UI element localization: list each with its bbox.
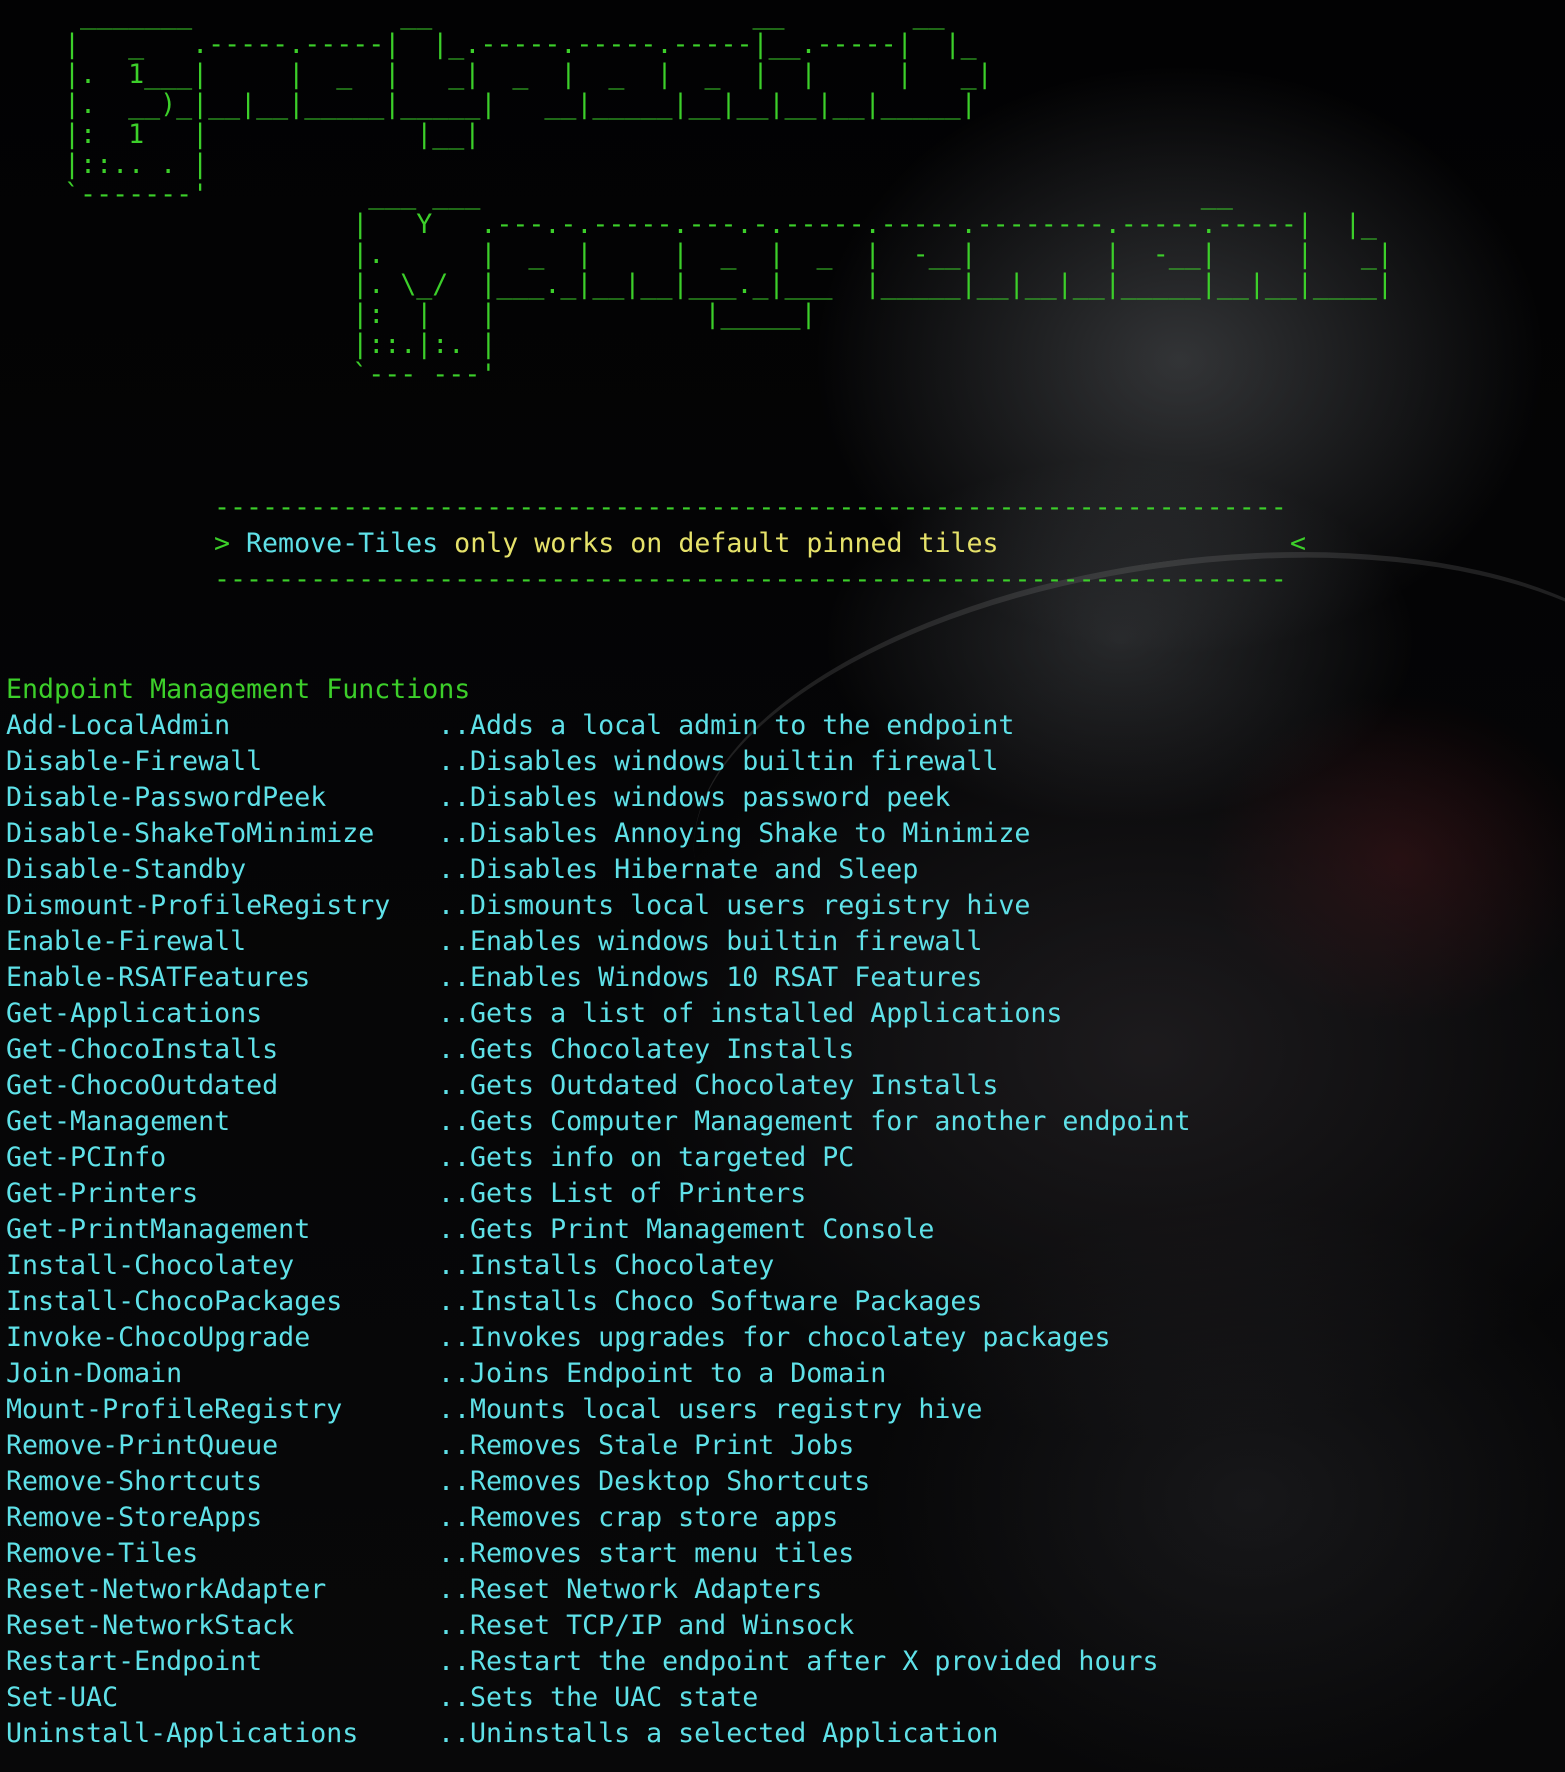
function-description: ..Removes Desktop Shortcuts (438, 1466, 871, 1497)
function-description: ..Enables Windows 10 RSAT Features (438, 962, 983, 993)
function-description: ..Adds a local admin to the endpoint (438, 710, 1015, 741)
notice-box: ----------------------------------------… (214, 490, 1306, 598)
function-row: Enable-Firewall ..Enables windows builtin… (6, 924, 1191, 960)
function-row: Mount-ProfileRegistry ..Mounts local user… (6, 1392, 1191, 1428)
function-name: Disable-Firewall (6, 746, 263, 777)
function-row: Add-LocalAdmin ..Adds a local admin to th… (6, 708, 1191, 744)
function-name: Reset-NetworkAdapter (6, 1574, 327, 1605)
function-name: Restart-Endpoint (6, 1646, 263, 1677)
function-name: Get-Management (6, 1106, 231, 1137)
function-description: ..Gets Outdated Chocolatey Installs (438, 1070, 999, 1101)
function-name: Get-ChocoOutdated (6, 1070, 279, 1101)
function-row: Disable-ShakeToMinimize ..Disables Annoyi… (6, 816, 1191, 852)
function-row: Remove-PrintQueue ..Removes Stale Print J… (6, 1428, 1191, 1464)
ascii-banner: _______ __ __ __ | _ .-----.-----| |_.--… (64, 0, 1393, 390)
function-description: ..Reset TCP/IP and Winsock (438, 1610, 855, 1641)
function-row: Set-UAC ..Sets the UAC state (6, 1680, 1191, 1716)
notice-message: > Remove-Tiles only works on default pin… (214, 526, 1306, 562)
function-row: Install-Chocolatey ..Installs Chocolatey (6, 1248, 1191, 1284)
function-description: ..Gets info on targeted PC (438, 1142, 855, 1173)
function-row: Get-Management ..Gets Computer Management… (6, 1104, 1191, 1140)
function-row: Get-ChocoInstalls ..Gets Chocolatey Insta… (6, 1032, 1191, 1068)
function-name: Get-PrintManagement (6, 1214, 311, 1245)
function-name: Invoke-ChocoUpgrade (6, 1322, 311, 1353)
function-name: Mount-ProfileRegistry (6, 1394, 343, 1425)
notice-bottom-rule: ----------------------------------------… (214, 564, 1287, 595)
function-row: Get-PCInfo ..Gets info on targeted PC (6, 1140, 1191, 1176)
function-name: Disable-PasswordPeek (6, 782, 327, 813)
function-name: Dismount-ProfileRegistry (6, 890, 391, 921)
function-name: Uninstall-Applications (6, 1718, 359, 1749)
function-row: Get-Applications ..Gets a list of install… (6, 996, 1191, 1032)
function-row: Install-ChocoPackages ..Installs Choco So… (6, 1284, 1191, 1320)
function-description: ..Disables Annoying Shake to Minimize (438, 818, 1031, 849)
function-description: ..Gets Computer Management for another e… (438, 1106, 1191, 1137)
function-row: Remove-StoreApps ..Removes crap store app… (6, 1500, 1191, 1536)
function-row: Get-ChocoOutdated ..Gets Outdated Chocola… (6, 1068, 1191, 1104)
notice-arrow-right: < (1289, 528, 1306, 559)
function-name: Remove-Shortcuts (6, 1466, 263, 1497)
function-row: Restart-Endpoint ..Restart the endpoint a… (6, 1644, 1191, 1680)
function-name: Remove-StoreApps (6, 1502, 263, 1533)
function-row: Disable-Standby ..Disables Hibernate and … (6, 852, 1191, 888)
function-row: Remove-Shortcuts ..Removes Desktop Shortc… (6, 1464, 1191, 1500)
function-name: Disable-ShakeToMinimize (6, 818, 375, 849)
function-row: Dismount-ProfileRegistry ..Dismounts loca… (6, 888, 1191, 924)
notice-arrow-left: > (214, 528, 247, 559)
function-row: Enable-RSATFeatures ..Enables Windows 10 … (6, 960, 1191, 996)
function-row: Disable-Firewall ..Disables windows built… (6, 744, 1191, 780)
function-description: ..Mounts local users registry hive (438, 1394, 983, 1425)
function-description: ..Installs Choco Software Packages (438, 1286, 983, 1317)
function-description: ..Removes start menu tiles (438, 1538, 855, 1569)
function-name: Join-Domain (6, 1358, 183, 1389)
function-row: Invoke-ChocoUpgrade ..Invokes upgrades fo… (6, 1320, 1191, 1356)
function-list: Add-LocalAdmin ..Adds a local admin to th… (6, 708, 1191, 1752)
function-description: ..Disables windows builtin firewall (438, 746, 999, 777)
function-description: ..Dismounts local users registry hive (438, 890, 1031, 921)
function-description: ..Enables windows builtin firewall (438, 926, 983, 957)
section-title: Endpoint Management Functions (6, 674, 471, 705)
function-row: Uninstall-Applications ..Uninstalls a sel… (6, 1716, 1191, 1752)
function-row: Get-PrintManagement ..Gets Print Manageme… (6, 1212, 1191, 1248)
function-row: Reset-NetworkStack ..Reset TCP/IP and Win… (6, 1608, 1191, 1644)
function-name: Get-Printers (6, 1178, 199, 1209)
function-description: ..Removes crap store apps (438, 1502, 839, 1533)
function-name: Set-UAC (6, 1682, 119, 1713)
function-name: Enable-Firewall (6, 926, 247, 957)
terminal-window[interactable]: _______ __ __ __ | _ .-----.-----| |_.--… (0, 0, 1565, 1772)
function-name: Get-Applications (6, 998, 263, 1029)
function-description: ..Gets Chocolatey Installs (438, 1034, 855, 1065)
function-description: ..Disables Hibernate and Sleep (438, 854, 919, 885)
function-name: Enable-RSATFeatures (6, 962, 311, 993)
function-name: Add-LocalAdmin (6, 710, 231, 741)
notice-top-rule: ----------------------------------------… (214, 492, 1287, 523)
function-name: Reset-NetworkStack (6, 1610, 295, 1641)
function-name: Install-ChocoPackages (6, 1286, 343, 1317)
function-row: Disable-PasswordPeek ..Disables windows p… (6, 780, 1191, 816)
function-row: Join-Domain ..Joins Endpoint to a Domain (6, 1356, 1191, 1392)
function-description: ..Invokes upgrades for chocolatey packag… (438, 1322, 1111, 1353)
function-row: Remove-Tiles ..Removes start menu tiles (6, 1536, 1191, 1572)
function-name: Get-ChocoInstalls (6, 1034, 279, 1065)
notice-command: Remove-Tiles (246, 528, 439, 559)
function-description: ..Joins Endpoint to a Domain (438, 1358, 887, 1389)
function-name: Remove-PrintQueue (6, 1430, 279, 1461)
function-description: ..Sets the UAC state (438, 1682, 759, 1713)
function-description: ..Gets Print Management Console (438, 1214, 935, 1245)
function-row: Reset-NetworkAdapter ..Reset Network Adap… (6, 1572, 1191, 1608)
notice-text: only works on default pinned tiles (438, 528, 999, 559)
function-description: ..Gets a list of installed Applications (438, 998, 1063, 1029)
function-description: ..Uninstalls a selected Application (438, 1718, 999, 1749)
function-description: ..Installs Chocolatey (438, 1250, 775, 1281)
function-name: Remove-Tiles (6, 1538, 199, 1569)
function-description: ..Disables windows password peek (438, 782, 951, 813)
function-description: ..Reset Network Adapters (438, 1574, 823, 1605)
function-name: Install-Chocolatey (6, 1250, 295, 1281)
function-description: ..Gets List of Printers (438, 1178, 807, 1209)
function-row: Get-Printers ..Gets List of Printers (6, 1176, 1191, 1212)
function-name: Disable-Standby (6, 854, 247, 885)
function-description: ..Restart the endpoint after X provided … (438, 1646, 1159, 1677)
function-description: ..Removes Stale Print Jobs (438, 1430, 855, 1461)
function-name: Get-PCInfo (6, 1142, 167, 1173)
